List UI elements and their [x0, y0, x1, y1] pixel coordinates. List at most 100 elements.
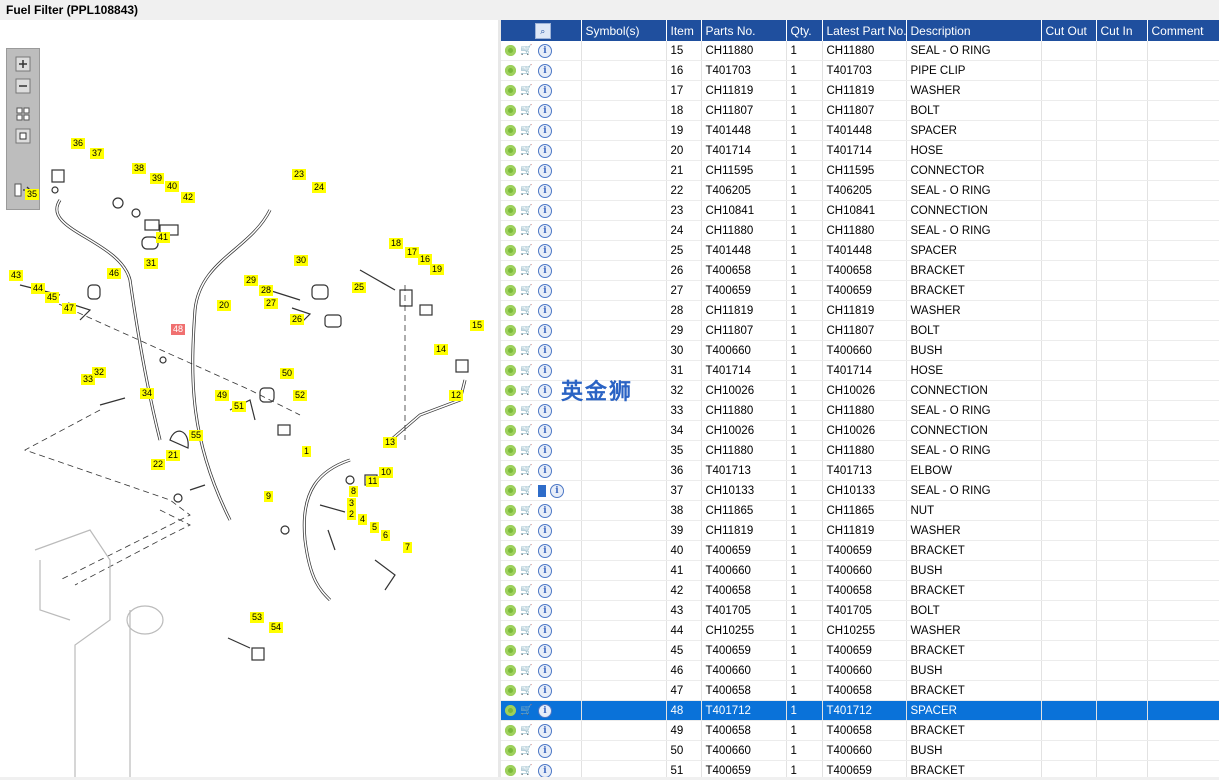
- callout-36[interactable]: 36: [71, 138, 86, 149]
- col-symbols[interactable]: Symbol(s): [581, 20, 667, 41]
- callout-20[interactable]: 20: [217, 300, 232, 311]
- info-icon[interactable]: i: [538, 163, 552, 178]
- callout-50[interactable]: 50: [280, 368, 295, 379]
- col-cut-in[interactable]: Cut In: [1096, 20, 1148, 41]
- callout-3[interactable]: 3: [347, 498, 357, 509]
- info-icon[interactable]: i: [538, 63, 552, 78]
- info-icon[interactable]: i: [538, 623, 552, 638]
- callout-19[interactable]: 19: [430, 264, 445, 275]
- table-row[interactable]: 🛒 i 20 T401714 1 T401714 HOSE: [501, 140, 1219, 161]
- table-row[interactable]: 🛒 i 38 CH11865 1 CH11865 NUT: [501, 500, 1219, 521]
- zoom-out-icon[interactable]: [14, 77, 32, 95]
- callout-15[interactable]: 15: [470, 320, 485, 331]
- table-row[interactable]: 🛒 i 48 T401712 1 T401712 SPACER: [501, 700, 1219, 721]
- gear-icon[interactable]: [505, 105, 516, 116]
- table-row[interactable]: 🛒 i 16 T401703 1 T401703 PIPE CLIP: [501, 60, 1219, 81]
- callout-47[interactable]: 47: [62, 303, 77, 314]
- gear-icon[interactable]: [505, 485, 516, 496]
- gear-icon[interactable]: [505, 585, 516, 596]
- gear-icon[interactable]: [505, 165, 516, 176]
- cart-icon[interactable]: 🛒: [520, 465, 534, 476]
- gear-icon[interactable]: [505, 245, 516, 256]
- gear-icon[interactable]: [505, 705, 516, 716]
- callout-2[interactable]: 2: [347, 509, 357, 520]
- callout-25[interactable]: 25: [352, 282, 367, 293]
- table-row[interactable]: 🛒 i 42 T400658 1 T400658 BRACKET: [501, 580, 1219, 601]
- cart-icon[interactable]: 🛒: [520, 345, 534, 356]
- gear-icon[interactable]: [505, 45, 516, 56]
- col-description[interactable]: Description: [906, 20, 1042, 41]
- callout-49[interactable]: 49: [215, 390, 230, 401]
- callout-14[interactable]: 14: [434, 344, 449, 355]
- callout-12[interactable]: 12: [449, 390, 464, 401]
- table-row[interactable]: 🛒 i 44 CH10255 1 CH10255 WASHER: [501, 620, 1219, 641]
- cart-icon[interactable]: 🛒: [520, 385, 534, 396]
- table-row[interactable]: 🛒 i 37 CH10133 1 CH10133 SEAL - O RING: [501, 480, 1219, 501]
- cart-icon[interactable]: 🛒: [520, 745, 534, 756]
- cart-icon[interactable]: 🛒: [520, 165, 534, 176]
- cart-icon[interactable]: 🛒: [520, 685, 534, 696]
- info-icon[interactable]: i: [538, 643, 552, 658]
- table-row[interactable]: 🛒 i 25 T401448 1 T401448 SPACER: [501, 240, 1219, 261]
- table-row[interactable]: 🛒 i 41 T400660 1 T400660 BUSH: [501, 560, 1219, 581]
- callout-29[interactable]: 29: [244, 275, 259, 286]
- cart-icon[interactable]: 🛒: [520, 565, 534, 576]
- exploded-diagram[interactable]: 1 2 3 4 5 6 7 8 9 10 11 12 13 14 15 16 17 18 19 20 21 22 23 24 2…: [0, 20, 498, 777]
- cart-icon[interactable]: 🛒: [520, 625, 534, 636]
- gear-icon[interactable]: [505, 565, 516, 576]
- table-row[interactable]: 🛒 i 34 CH10026 1 CH10026 CONNECTION: [501, 420, 1219, 441]
- cart-icon[interactable]: 🛒: [520, 365, 534, 376]
- cart-icon[interactable]: 🛒: [520, 605, 534, 616]
- callout-13[interactable]: 13: [383, 437, 398, 448]
- info-icon[interactable]: i: [538, 683, 552, 698]
- cart-icon[interactable]: 🛒: [520, 645, 534, 656]
- info-icon[interactable]: i: [538, 523, 552, 538]
- info-icon[interactable]: i: [538, 723, 552, 738]
- gear-icon[interactable]: [505, 465, 516, 476]
- callout-7[interactable]: 7: [403, 542, 413, 553]
- callout-37[interactable]: 37: [90, 148, 105, 159]
- gear-icon[interactable]: [505, 285, 516, 296]
- cart-icon[interactable]: 🛒: [520, 445, 534, 456]
- table-row[interactable]: 🛒 i 17 CH11819 1 CH11819 WASHER: [501, 80, 1219, 101]
- table-row[interactable]: 🛒 i 40 T400659 1 T400659 BRACKET: [501, 540, 1219, 561]
- gear-icon[interactable]: [505, 325, 516, 336]
- info-icon[interactable]: i: [538, 203, 552, 218]
- gear-icon[interactable]: [505, 385, 516, 396]
- cart-icon[interactable]: 🛒: [520, 305, 534, 316]
- callout-4[interactable]: 4: [358, 514, 368, 525]
- table-row[interactable]: 🛒 i 22 T406205 1 T406205 SEAL - O RING: [501, 180, 1219, 201]
- info-icon[interactable]: i: [538, 223, 552, 238]
- table-row[interactable]: 🛒 i 45 T400659 1 T400659 BRACKET: [501, 640, 1219, 661]
- book-icon[interactable]: [538, 484, 546, 497]
- table-row[interactable]: 🛒 i 39 CH11819 1 CH11819 WASHER: [501, 520, 1219, 541]
- info-icon[interactable]: i: [538, 563, 552, 578]
- table-row[interactable]: 🛒 i 47 T400658 1 T400658 BRACKET: [501, 680, 1219, 701]
- cart-icon[interactable]: 🛒: [520, 485, 534, 496]
- callout-42[interactable]: 42: [181, 192, 196, 203]
- gear-icon[interactable]: [505, 125, 516, 136]
- table-row[interactable]: 🛒 i 15 CH11880 1 CH11880 SEAL - O RING: [501, 41, 1219, 61]
- callout-39[interactable]: 39: [150, 173, 165, 184]
- callout-1[interactable]: 1: [302, 446, 312, 457]
- gear-icon[interactable]: [505, 305, 516, 316]
- callout-6[interactable]: 6: [381, 530, 391, 541]
- callout-27[interactable]: 27: [264, 298, 279, 309]
- info-icon[interactable]: i: [538, 103, 552, 118]
- table-row[interactable]: 🛒 i 19 T401448 1 T401448 SPACER: [501, 120, 1219, 141]
- gear-icon[interactable]: [505, 425, 516, 436]
- gear-icon[interactable]: [505, 205, 516, 216]
- gear-icon[interactable]: [505, 85, 516, 96]
- fit-page-icon[interactable]: [14, 105, 32, 123]
- table-row[interactable]: 🛒 i 28 CH11819 1 CH11819 WASHER: [501, 300, 1219, 321]
- table-row[interactable]: 🛒 i 35 CH11880 1 CH11880 SEAL - O RING: [501, 440, 1219, 461]
- cart-icon[interactable]: 🛒: [520, 105, 534, 116]
- gear-icon[interactable]: [505, 225, 516, 236]
- info-icon[interactable]: i: [550, 483, 564, 498]
- gear-icon[interactable]: [505, 605, 516, 616]
- info-icon[interactable]: i: [538, 183, 552, 198]
- table-row[interactable]: 🛒 i 51 T400659 1 T400659 BRACKET: [501, 760, 1219, 777]
- gear-icon[interactable]: [505, 145, 516, 156]
- gear-icon[interactable]: [505, 445, 516, 456]
- callout-17[interactable]: 17: [405, 247, 420, 258]
